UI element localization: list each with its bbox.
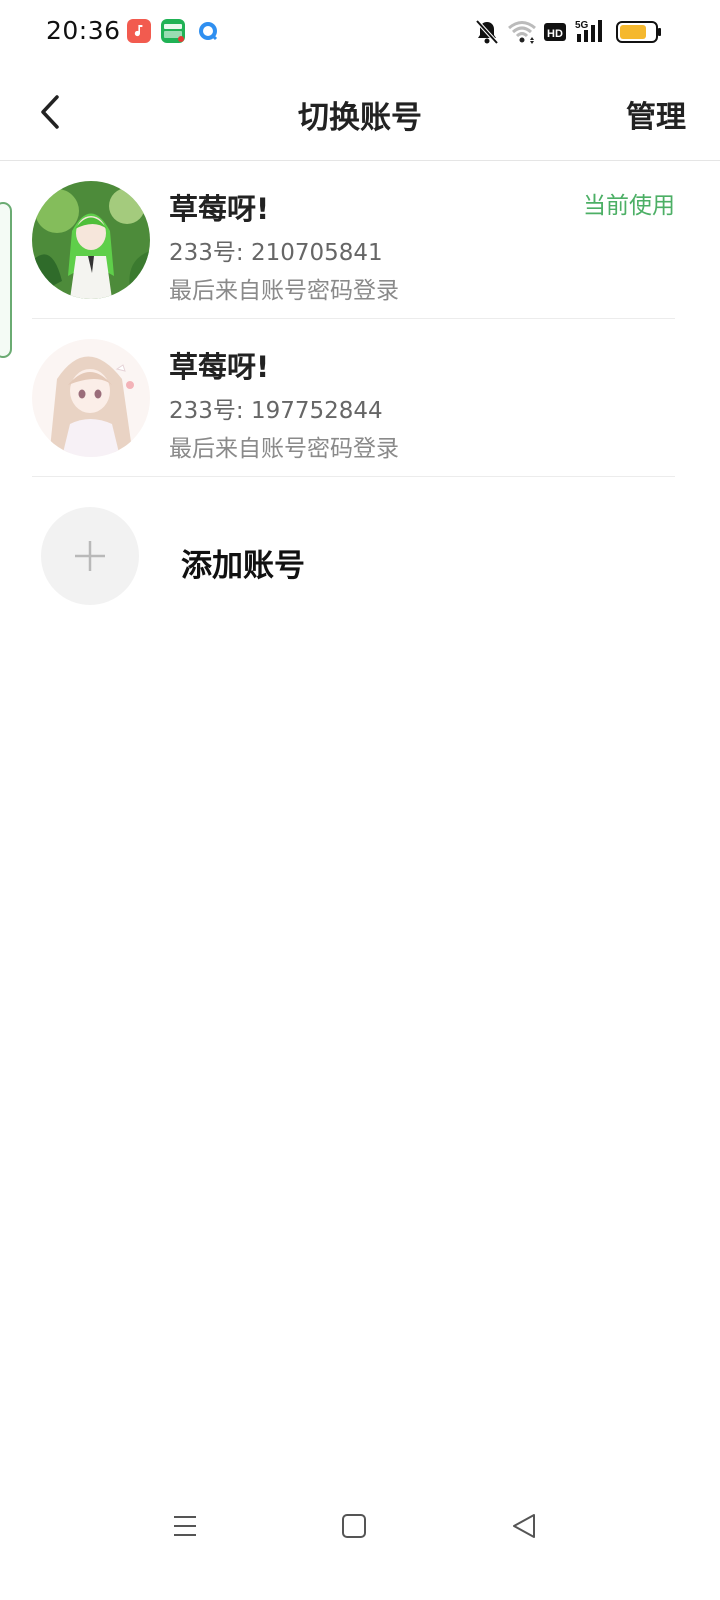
avatar [32,339,150,457]
current-account-badge: 当前使用 [583,193,675,219]
plus-icon [75,541,105,571]
account-row[interactable]: 草莓呀! 233号: 197752844 最后来自账号密码登录 [32,320,675,477]
row-divider [32,476,675,477]
menu-icon[interactable] [167,1508,203,1544]
header-divider [0,160,720,161]
manage-button[interactable]: 管理 [626,92,686,136]
login-source: 最后来自账号密码登录 [169,436,399,462]
back-triangle-icon[interactable] [506,1508,542,1544]
edge-drawer-handle[interactable] [0,202,12,358]
5g-signal-icon: 5G [575,18,607,46]
system-nav-bar [0,1490,720,1560]
battery-icon [616,18,662,46]
switch-account-screen: 20:36 HD 5G 切换账号 管理 草莓呀! 233号: 210705841… [0,0,720,1600]
account-row[interactable]: 草莓呀! 233号: 210705841 最后来自账号密码登录 当前使用 [32,162,675,319]
status-time: 20:36 [46,16,121,45]
app-header: 切换账号 管理 [0,64,720,161]
account-uid: 233号: 210705841 [169,240,383,266]
account-name: 草莓呀! [169,192,270,226]
add-account-circle [41,507,139,605]
hd-icon: HD [543,18,567,46]
bell-muted-icon [474,18,500,46]
add-account-button[interactable]: 添加账号 [32,478,675,618]
browser-app-icon [196,19,220,43]
add-account-label: 添加账号 [181,548,305,584]
row-divider [32,318,675,319]
page-title: 切换账号 [298,100,422,136]
svg-text:5G: 5G [575,20,589,31]
account-uid: 233号: 197752844 [169,398,383,424]
avatar [32,181,150,299]
home-square-icon[interactable] [336,1508,372,1544]
status-bar: 20:36 HD 5G [0,0,720,64]
iqiyi-app-icon [161,19,185,43]
account-name: 草莓呀! [169,350,270,384]
wifi-icon [507,18,537,46]
svg-text:HD: HD [547,28,563,40]
music-app-icon [127,19,151,43]
login-source: 最后来自账号密码登录 [169,278,399,304]
